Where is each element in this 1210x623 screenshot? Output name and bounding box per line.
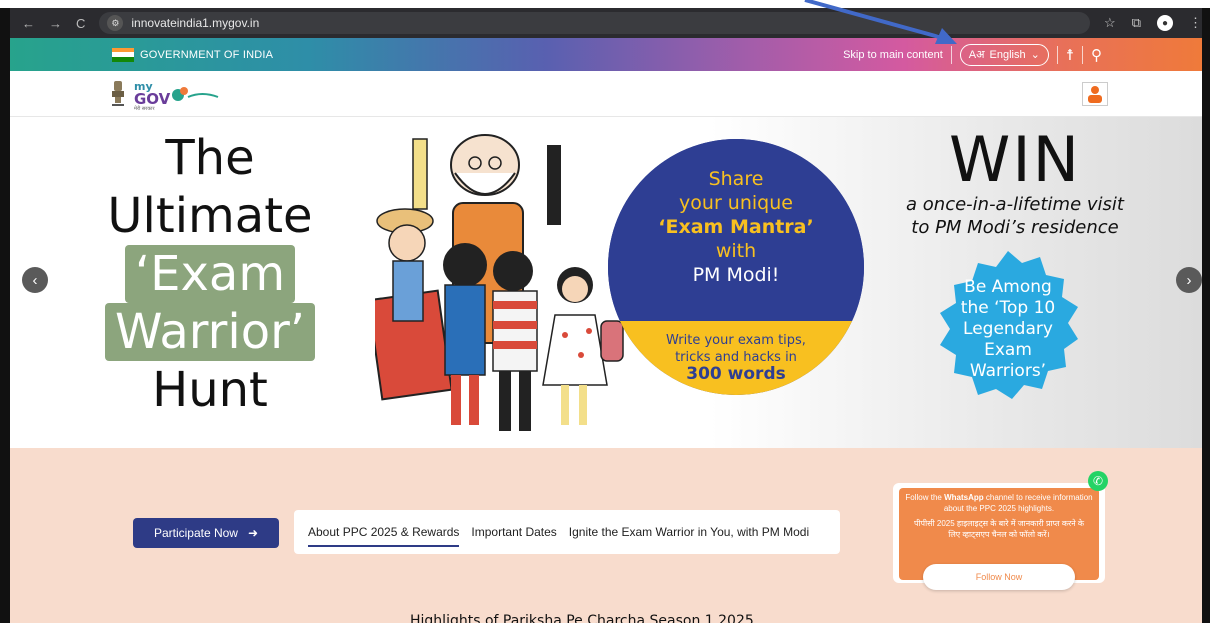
left-border [0, 8, 10, 623]
browser-tools: ☆ ⧉ ● ⋮ [1104, 15, 1202, 31]
hero-line: Ultimate [107, 188, 313, 244]
divider [1056, 45, 1058, 64]
seal-line: Warriors’ [969, 361, 1047, 381]
mygov-logo[interactable]: my GOV मेरी सरकार [132, 77, 222, 111]
forward-icon[interactable]: → [49, 16, 62, 31]
india-flag-icon [112, 47, 134, 62]
site-settings-icon[interactable]: ⚙ [107, 15, 124, 31]
right-border [1202, 8, 1210, 623]
seal-line: the ‘Top 10 [960, 298, 1056, 318]
emblem-icon [112, 81, 124, 106]
hero-banner: The Ultimate ‘Exam Warrior’ Hunt Share y… [10, 117, 1202, 448]
write-line: Write your exam tips, [666, 333, 806, 348]
hero-line: Hunt [152, 362, 268, 418]
seal-line: Be Among [964, 277, 1052, 297]
arrow-right-icon: ➜ [247, 526, 259, 540]
divider [1082, 45, 1083, 64]
url-text: innovateindia1.mygov.in [131, 16, 260, 30]
user-avatar[interactable] [1082, 82, 1108, 106]
mantra-line: PM Modi! [692, 264, 780, 286]
whatsapp-text-hi: पीपीसी 2025 हाइलाइट्स के बारे में जानकार… [913, 519, 1085, 539]
tab-ignite-exam-warrior[interactable]: Ignite the Exam Warrior in You, with PM … [569, 521, 809, 543]
browser-nav: ← → C [22, 16, 85, 31]
seal-line: Legendary [963, 319, 1053, 339]
win-subtitle: to PM Modi’s residence [911, 217, 1119, 238]
seal-line: Exam [984, 340, 1032, 360]
skip-to-main-link[interactable]: Skip to main content [843, 49, 943, 61]
accessibility-icon[interactable]: ☨ [1066, 46, 1074, 64]
section-heading: Highlights of Pariksha Pe Charcha Season… [410, 613, 754, 623]
divider [950, 45, 952, 64]
hero-tag: Warrior’ [104, 303, 316, 361]
win-subtitle: a once-in-a-lifetime visit [906, 194, 1124, 215]
whatsapp-text-en: Follow the WhatsApp channel to receive i… [905, 493, 1093, 513]
browser-toolbar: ← → C ⚙ innovateindia1.mygov.in ☆ ⧉ ● ⋮ [10, 8, 1202, 38]
students-illustration [375, 134, 624, 431]
carousel-next-button[interactable]: › [1176, 267, 1202, 293]
participate-now-button[interactable]: Participate Now ➜ [133, 518, 279, 548]
back-icon[interactable]: ← [22, 16, 35, 31]
hero-line: The [165, 130, 255, 186]
participate-label: Participate Now [153, 526, 238, 540]
profile-avatar-icon[interactable]: ● [1157, 15, 1173, 31]
exam-mantra-circle: Share your unique ‘Exam Mantra’ with PM … [608, 139, 864, 395]
gov-bar-actions: Skip to main content Aअ English ⌄ ☨ ⚲ [843, 43, 1102, 66]
mantra-line: with [715, 240, 757, 262]
mantra-line: Share [708, 168, 764, 190]
language-label: English [989, 48, 1026, 61]
screenshot-frame: ← → C ⚙ innovateindia1.mygov.in ☆ ⧉ ● ⋮ … [0, 0, 1210, 623]
write-tips-text: Write your exam tips, tricks and hacks i… [608, 332, 864, 383]
sign-in-icon[interactable]: ⚲ [1091, 46, 1102, 64]
mantra-line: your unique [679, 192, 793, 214]
hero-title: The Ultimate ‘Exam Warrior’ Hunt [100, 129, 320, 419]
follow-now-button[interactable]: Follow Now [923, 564, 1075, 590]
win-block: WIN a once-in-a-lifetime visit to PM Mod… [880, 127, 1150, 239]
mantra-text: Share your unique ‘Exam Mantra’ with PM … [608, 167, 864, 287]
user-icon [1088, 86, 1102, 103]
translate-icon: Aअ [968, 49, 985, 61]
tab-about-ppc[interactable]: About PPC 2025 & Rewards [308, 521, 460, 547]
government-bar: GOVERNMENT OF INDIA Skip to main content… [10, 38, 1202, 71]
extensions-icon[interactable]: ⧉ [1132, 15, 1141, 31]
info-section: Participate Now ➜ About PPC 2025 & Rewar… [10, 448, 1202, 623]
tab-important-dates[interactable]: Important Dates [471, 521, 556, 543]
top-strip [0, 0, 1210, 8]
seal-text: Be Among the ‘Top 10 Legendary Exam Warr… [928, 277, 1088, 382]
bookmark-star-icon[interactable]: ☆ [1104, 15, 1116, 31]
write-line: 300 words [686, 364, 786, 384]
mantra-line: ‘Exam Mantra’ [658, 216, 814, 238]
top-10-seal: Be Among the ‘Top 10 Legendary Exam Warr… [928, 247, 1088, 411]
info-tabs: About PPC 2025 & Rewards Important Dates… [294, 510, 840, 554]
hero-tag: ‘Exam [124, 245, 296, 303]
address-bar[interactable]: ⚙ innovateindia1.mygov.in [99, 12, 1091, 34]
chevron-down-icon: ⌄ [1030, 49, 1040, 61]
reload-icon[interactable]: C [76, 16, 85, 31]
win-title: WIN [949, 123, 1081, 196]
site-header: my GOV मेरी सरकार [10, 71, 1202, 117]
language-selector[interactable]: Aअ English ⌄ [959, 43, 1049, 66]
carousel-prev-button[interactable]: ‹ [22, 267, 48, 293]
government-label: GOVERNMENT OF INDIA [140, 48, 274, 61]
whatsapp-icon[interactable]: ✆ [1088, 471, 1108, 491]
browser-menu-icon[interactable]: ⋮ [1189, 15, 1202, 31]
svg-text:मेरी सरकार: मेरी सरकार [134, 105, 155, 111]
